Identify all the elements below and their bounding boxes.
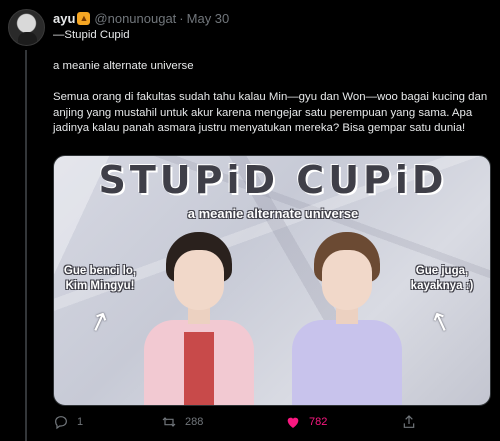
tweet-subtitle-line: a meanie alternate universe	[53, 60, 194, 72]
like-button[interactable]: 782	[285, 414, 327, 430]
retweet-button[interactable]: 288	[161, 414, 203, 430]
author-name[interactable]: ayu	[53, 11, 75, 26]
tweet-body: Semua orang di fakultas sudah tahu kalau…	[53, 91, 488, 134]
heart-icon	[285, 414, 301, 430]
avatar[interactable]	[8, 9, 45, 46]
share-icon	[401, 414, 417, 430]
thread-line	[25, 50, 27, 441]
person-right	[292, 232, 402, 405]
image-title: STUPiD CUPiD	[98, 158, 448, 202]
retweet-icon	[161, 414, 177, 430]
like-count: 782	[309, 416, 328, 428]
reply-count: 1	[77, 416, 84, 428]
tweet-header: ayu ▲ @nonunougat · May 30	[53, 9, 229, 27]
tweet-title-line: —Stupid Cupid	[53, 29, 130, 41]
reply-button[interactable]: 1	[53, 414, 83, 430]
share-button[interactable]	[401, 414, 417, 430]
tweet[interactable]: ayu ▲ @nonunougat · May 30 —Stupid Cupid…	[0, 0, 500, 441]
image-subtitle: a meanie alternate universe	[187, 206, 359, 221]
speech-left: Gue benci lo, Kim Mingyu!	[63, 265, 137, 292]
person-left	[144, 232, 254, 405]
separator: ·	[179, 10, 184, 26]
speech-right: Gue juga, kayaknya :)	[410, 265, 474, 292]
tweet-date[interactable]: May 30	[187, 11, 230, 26]
reply-icon	[53, 414, 69, 430]
author-handle[interactable]: @nonunougat	[94, 11, 176, 26]
tweet-image[interactable]: STUPiD CUPiD a meanie alternate universe…	[53, 155, 491, 406]
tweet-actions: 1 288 782	[53, 414, 491, 432]
lion-emoji-icon: ▲	[77, 11, 91, 25]
retweet-count: 288	[185, 416, 204, 428]
